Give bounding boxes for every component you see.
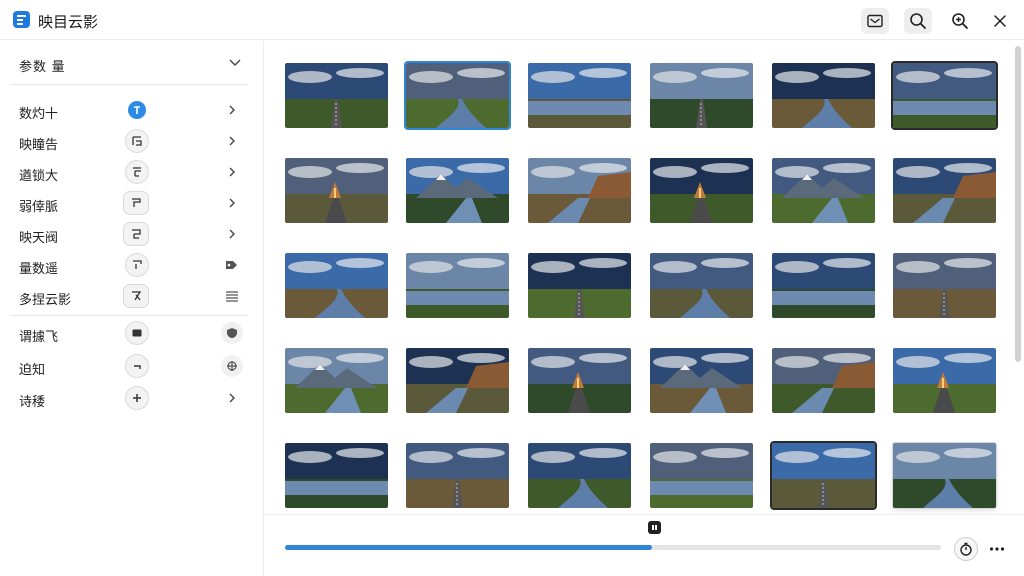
photo-thumbnail[interactable]: [404, 61, 511, 130]
more-button[interactable]: [985, 537, 1009, 561]
sidebar-item-4[interactable]: 弱倖脈: [0, 188, 264, 218]
close-icon: [994, 15, 1006, 27]
search-icon: [910, 13, 926, 29]
sidebar-item-label: 迫知: [19, 362, 46, 377]
sidebar-item-3[interactable]: 遒锁大: [0, 157, 264, 187]
photo-thumbnail[interactable]: [285, 253, 388, 318]
sidebar-item-7[interactable]: 多捏云影: [0, 281, 264, 311]
photo-thumbnail[interactable]: [650, 443, 753, 508]
chevron-right-icon: [224, 133, 240, 149]
sidebar-item-label: 多捏云影: [19, 292, 72, 307]
crosshair-icon: [221, 355, 243, 377]
chevron-right-icon: [224, 195, 240, 211]
sidebar-item-label: 映瞳告: [19, 137, 59, 152]
sidebar-item-label: 谓據飞: [19, 329, 59, 344]
sidebar-divider: [10, 315, 248, 316]
close-button[interactable]: [986, 8, 1014, 34]
pin-icon: [128, 101, 146, 119]
zoom-in-icon: [952, 13, 968, 29]
glyph-icon: [125, 253, 149, 277]
sidebar-header[interactable]: 参数 量: [0, 41, 264, 85]
rect-icon: [125, 321, 149, 345]
glyph-icon: [123, 222, 149, 246]
mail-icon: [867, 14, 883, 28]
sidebar-item-label: 量数遥: [19, 261, 59, 276]
chevron-right-icon: [224, 226, 240, 242]
sidebar-divider: [10, 84, 248, 85]
progress-fill: [285, 545, 653, 550]
photo-thumbnail[interactable]: [772, 253, 875, 318]
sidebar-item-label: 遒锁大: [19, 168, 59, 183]
menu-icon: [224, 288, 240, 304]
title-bar: 映目云影: [0, 0, 1024, 40]
vertical-scrollbar[interactable]: [1015, 46, 1021, 362]
glyph-icon: [125, 160, 149, 184]
photo-thumbnail[interactable]: [528, 158, 631, 223]
sidebar-item-label: 数灼十: [19, 106, 59, 121]
photo-thumbnail[interactable]: [650, 253, 753, 318]
sidebar-header-label: 参数 量: [19, 59, 66, 74]
chevron-right-icon: [224, 164, 240, 180]
progress-marker-icon[interactable]: [648, 521, 661, 534]
timer-icon: [960, 542, 972, 556]
photo-thumbnail[interactable]: [406, 443, 509, 508]
search-button[interactable]: [904, 8, 932, 34]
photo-thumbnail[interactable]: [893, 158, 996, 223]
sidebar-item-label: 映天阀: [19, 230, 59, 245]
bottom-bar: [265, 514, 1024, 576]
sidebar-item-1[interactable]: 数灼十: [0, 95, 264, 125]
photo-thumbnail[interactable]: [893, 253, 996, 318]
plus-icon: [125, 386, 149, 410]
sidebar-item-8[interactable]: 谓據飞: [0, 318, 264, 348]
photo-thumbnail[interactable]: [285, 63, 388, 128]
photo-thumbnail[interactable]: [772, 348, 875, 413]
sidebar-item-label: 弱倖脈: [19, 199, 59, 214]
photo-thumbnail[interactable]: [528, 443, 631, 508]
sidebar-item-2[interactable]: 映瞳告: [0, 126, 264, 156]
chevron-right-icon: [224, 102, 240, 118]
app-logo: [13, 11, 30, 28]
sidebar: 参数 量 数灼十 映瞳告 遒锁大 弱倖脈 映天阀 量数遥 多捏云影 谓據飞 迫知…: [0, 41, 264, 576]
photo-thumbnail[interactable]: [285, 443, 388, 508]
photo-thumbnail[interactable]: [891, 61, 998, 130]
sidebar-item-5[interactable]: 映天阀: [0, 219, 264, 249]
sidebar-item-label: 诗䅗: [19, 394, 46, 409]
tag-icon: [224, 257, 240, 273]
chevron-right-icon: [224, 390, 240, 406]
photo-thumbnail[interactable]: [285, 158, 388, 223]
sidebar-item-10[interactable]: 诗䅗: [0, 383, 264, 413]
photo-thumbnail[interactable]: [406, 253, 509, 318]
photo-thumbnail[interactable]: [893, 443, 996, 508]
photo-thumbnail[interactable]: [406, 348, 509, 413]
glyph-icon: [125, 129, 149, 153]
mail-button[interactable]: [861, 8, 889, 34]
photo-thumbnail[interactable]: [772, 63, 875, 128]
minus-icon: [125, 354, 149, 378]
shield-icon: [221, 322, 243, 344]
glyph-icon: [123, 191, 149, 215]
zoom-in-button[interactable]: [946, 8, 974, 34]
photo-thumbnail[interactable]: [650, 63, 753, 128]
photo-thumbnail[interactable]: [770, 441, 877, 510]
progress-bar[interactable]: [285, 545, 941, 550]
photo-thumbnail[interactable]: [650, 348, 753, 413]
photo-thumbnail[interactable]: [406, 158, 509, 223]
photo-thumbnail[interactable]: [650, 158, 753, 223]
app-title: 映目云影: [38, 14, 99, 31]
chevron-down-icon[interactable]: [228, 55, 242, 69]
photo-thumbnail[interactable]: [893, 348, 996, 413]
photo-thumbnail[interactable]: [528, 253, 631, 318]
photo-thumbnail[interactable]: [772, 158, 875, 223]
photo-thumbnail[interactable]: [528, 63, 631, 128]
photo-thumbnail[interactable]: [528, 348, 631, 413]
photo-thumbnail[interactable]: [285, 348, 388, 413]
sidebar-item-6[interactable]: 量数遥: [0, 250, 264, 280]
photo-grid: [265, 41, 1024, 514]
glyph-icon: [123, 284, 149, 308]
timer-button[interactable]: [954, 537, 978, 561]
more-icon: [989, 547, 1005, 551]
sidebar-item-9[interactable]: 迫知: [0, 351, 264, 381]
